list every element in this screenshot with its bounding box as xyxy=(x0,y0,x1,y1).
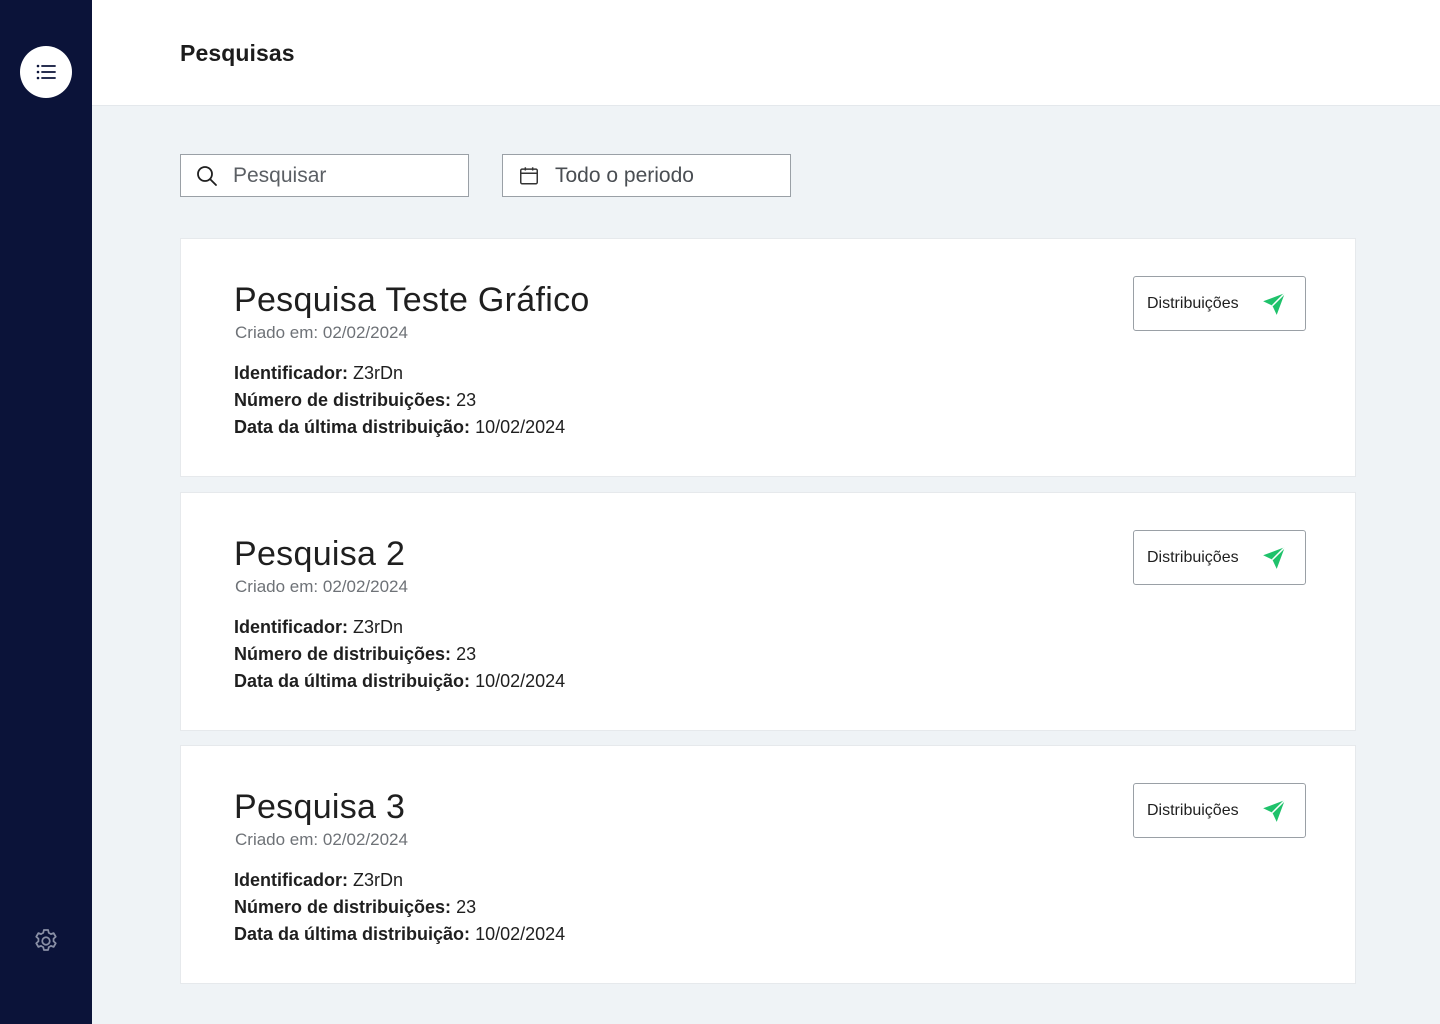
survey-created-date: Criado em: 02/02/2024 xyxy=(235,830,408,849)
survey-title: Pesquisa Teste Gráfico xyxy=(234,281,590,319)
period-filter[interactable]: Todo o periodo xyxy=(502,154,791,197)
distributions-button-label: Distribuições xyxy=(1147,548,1239,566)
settings-button[interactable] xyxy=(30,925,62,957)
search-field[interactable] xyxy=(180,154,469,197)
survey-info: Identificador: Z3rDn Número de distribui… xyxy=(234,614,565,695)
identifier-label: Identificador: xyxy=(234,617,349,637)
last-distribution-value: 10/02/2024 xyxy=(475,924,566,944)
sidebar xyxy=(0,0,92,1024)
last-distribution-value: 10/02/2024 xyxy=(475,671,566,691)
distributions-count-label: Número de distribuições: xyxy=(234,644,452,664)
survey-title: Pesquisa 3 xyxy=(234,788,406,826)
identifier-label: Identificador: xyxy=(234,363,349,383)
distributions-count-label: Número de distribuições: xyxy=(234,897,452,917)
survey-card: Pesquisa 2 Criado em: 02/02/2024 Identif… xyxy=(180,492,1356,731)
page-title: Pesquisas xyxy=(180,40,295,66)
survey-created-date: Criado em: 02/02/2024 xyxy=(235,577,408,596)
list-icon xyxy=(36,64,56,80)
identifier-value: Z3rDn xyxy=(353,363,404,383)
survey-created-date: Criado em: 02/02/2024 xyxy=(235,323,408,342)
identifier-label: Identificador: xyxy=(234,870,349,890)
send-icon xyxy=(1263,292,1286,315)
survey-info: Identificador: Z3rDn Número de distribui… xyxy=(234,867,565,948)
search-input[interactable] xyxy=(233,155,453,196)
search-icon xyxy=(181,164,233,188)
distributions-button[interactable]: Distribuições xyxy=(1133,783,1306,838)
last-distribution-label: Data da última distribuição: xyxy=(234,924,471,944)
distributions-button-label: Distribuições xyxy=(1147,294,1239,312)
calendar-icon xyxy=(503,165,555,187)
distributions-count-value: 23 xyxy=(456,897,477,917)
distributions-button-label: Distribuições xyxy=(1147,801,1239,819)
period-label: Todo o periodo xyxy=(555,163,694,187)
distributions-count-value: 23 xyxy=(456,644,477,664)
survey-title: Pesquisa 2 xyxy=(234,535,406,573)
identifier-value: Z3rDn xyxy=(353,870,404,890)
send-icon xyxy=(1263,546,1286,569)
gear-icon xyxy=(35,929,57,951)
header: Pesquisas xyxy=(92,0,1440,106)
survey-info: Identificador: Z3rDn Número de distribui… xyxy=(234,360,565,441)
survey-card: Pesquisa Teste Gráfico Criado em: 02/02/… xyxy=(180,238,1356,477)
distributions-count-label: Número de distribuições: xyxy=(234,390,452,410)
last-distribution-label: Data da última distribuição: xyxy=(234,417,471,437)
menu-button[interactable] xyxy=(20,46,72,98)
last-distribution-label: Data da última distribuição: xyxy=(234,671,471,691)
distributions-count-value: 23 xyxy=(456,390,477,410)
distributions-button[interactable]: Distribuições xyxy=(1133,276,1306,331)
survey-card: Pesquisa 3 Criado em: 02/02/2024 Identif… xyxy=(180,745,1356,984)
last-distribution-value: 10/02/2024 xyxy=(475,417,566,437)
identifier-value: Z3rDn xyxy=(353,617,404,637)
distributions-button[interactable]: Distribuições xyxy=(1133,530,1306,585)
send-icon xyxy=(1263,799,1286,822)
